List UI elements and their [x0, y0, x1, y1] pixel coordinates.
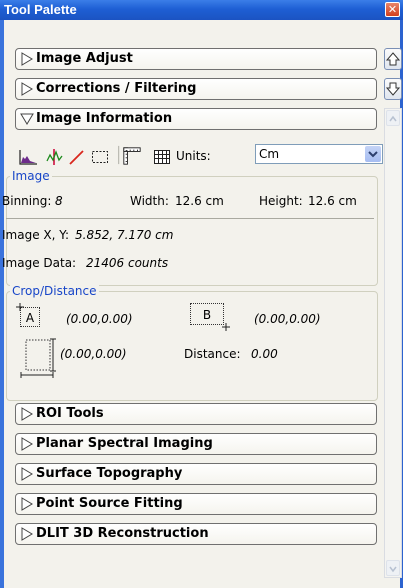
chevron-up-icon — [385, 52, 401, 66]
point-b-label: B — [202, 308, 212, 322]
section-image-information[interactable]: Image Information — [15, 108, 377, 130]
collapse-arrow-icon — [20, 113, 34, 125]
section-label: ROI Tools — [36, 406, 104, 421]
expand-arrow-icon — [21, 497, 33, 511]
section-label: Corrections / Filtering — [36, 81, 197, 96]
corner-marker-icon — [222, 323, 230, 331]
width-label: Width: — [130, 194, 169, 208]
title-bar: Tool Palette ✕ — [0, 0, 403, 20]
image-group-separator — [6, 218, 374, 219]
section-label: Image Information — [36, 111, 173, 126]
image-xy-label: Image X, Y: — [2, 228, 70, 242]
image-data-value: 21406 counts — [86, 256, 169, 270]
section-roi-tools[interactable]: ROI Tools — [15, 403, 377, 425]
section-point-source-fitting[interactable]: Point Source Fitting — [15, 493, 377, 515]
crop-distance-group-title: Crop/Distance — [10, 284, 99, 298]
expand-arrow-icon — [21, 467, 33, 481]
image-group-title: Image — [10, 169, 52, 183]
height-label: Height: — [259, 194, 303, 208]
point-a-label: A — [25, 311, 35, 325]
point-b-value: (0.00,0.00) — [254, 312, 321, 326]
close-button[interactable]: ✕ — [385, 2, 400, 17]
image-data-label: Image Data: — [2, 256, 77, 270]
expand-arrow-icon — [21, 52, 33, 66]
ruler-icon[interactable] — [122, 146, 142, 166]
section-planar-spectral-imaging[interactable]: Planar Spectral Imaging — [15, 433, 377, 455]
arrow-down-icon — [389, 566, 397, 573]
section-image-adjust[interactable]: Image Adjust — [15, 48, 377, 70]
expand-arrow-icon — [21, 527, 33, 541]
width-value: 12.6 cm — [175, 194, 224, 208]
units-selected-value: Cm — [259, 147, 280, 161]
histogram-icon[interactable] — [18, 147, 38, 167]
height-value: 12.6 cm — [308, 194, 357, 208]
crop-size-value: (0.00,0.00) — [60, 347, 127, 361]
chevron-down-icon — [385, 82, 401, 96]
grid-icon[interactable] — [152, 147, 172, 167]
palette-content: Image Adjust Corrections / Filtering Ima… — [2, 20, 402, 588]
expand-arrow-icon — [21, 82, 33, 96]
scroll-up-button[interactable] — [384, 48, 402, 70]
arrow-up-icon — [389, 115, 397, 122]
section-label: DLIT 3D Reconstruction — [36, 526, 209, 541]
binning-label: Binning: — [2, 194, 52, 208]
dropdown-arrow[interactable] — [365, 146, 381, 162]
crop-size-icon[interactable] — [20, 338, 56, 378]
distance-value: 0.00 — [251, 347, 278, 361]
point-a-value: (0.00,0.00) — [66, 312, 133, 326]
section-label: Surface Topography — [36, 466, 183, 481]
section-corrections-filtering[interactable]: Corrections / Filtering — [15, 78, 377, 100]
units-select[interactable]: Cm — [255, 144, 383, 164]
vertical-scrollbar[interactable] — [384, 108, 402, 578]
section-label: Point Source Fitting — [36, 496, 183, 511]
expand-arrow-icon — [21, 407, 33, 421]
corner-marker-icon — [16, 303, 24, 311]
section-surface-topography[interactable]: Surface Topography — [15, 463, 377, 485]
scrollbar-up-arrow[interactable] — [386, 110, 400, 126]
scrollbar-down-arrow[interactable] — [386, 560, 400, 576]
window-title: Tool Palette — [4, 2, 77, 17]
draw-line-icon[interactable] — [66, 147, 86, 167]
section-dlit-3d-reconstruction[interactable]: DLIT 3D Reconstruction — [15, 523, 377, 545]
image-xy-value: 5.852, 7.170 cm — [75, 228, 174, 242]
chevron-down-icon — [368, 151, 378, 158]
section-label: Planar Spectral Imaging — [36, 436, 213, 451]
expand-arrow-icon — [21, 437, 33, 451]
scroll-down-button[interactable] — [384, 78, 402, 100]
distance-label: Distance: — [184, 347, 241, 361]
line-profile-icon[interactable] — [44, 147, 64, 167]
units-label: Units: — [176, 149, 211, 163]
point-b-button[interactable]: B — [190, 303, 224, 325]
section-label: Image Adjust — [36, 51, 133, 66]
binning-value: 8 — [55, 194, 63, 208]
selection-rectangle-icon[interactable] — [90, 147, 110, 167]
